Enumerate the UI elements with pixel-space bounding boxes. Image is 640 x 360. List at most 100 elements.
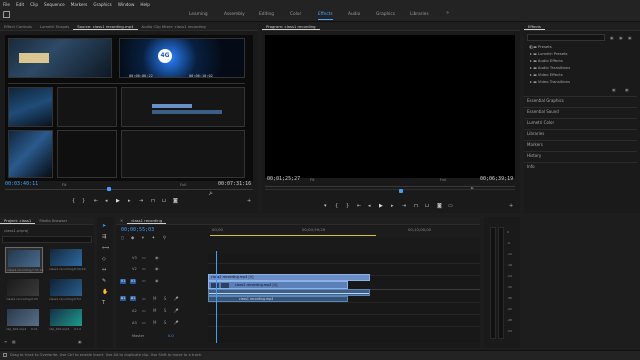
mark-out-icon[interactable]: }	[82, 198, 85, 204]
home-icon[interactable]	[3, 11, 10, 18]
menu-help[interactable]: Help	[140, 2, 150, 7]
source-playhead[interactable]	[107, 187, 111, 191]
folder-video-effects[interactable]: ▸ ▬ Video Effects	[530, 72, 563, 77]
a1-controls[interactable]: ▭ M S 🎤	[142, 296, 182, 301]
work-area-bar[interactable]	[210, 235, 376, 236]
icon-view-icon[interactable]: ▦	[12, 339, 16, 344]
workspace-audio[interactable]: Audio	[348, 12, 360, 17]
program-mark-out-icon[interactable]: }	[346, 203, 349, 209]
tab-lumetri-scopes[interactable]: Lumetri Scopes	[36, 24, 73, 29]
timeline-playhead[interactable]	[216, 251, 217, 343]
project-trash-icon[interactable]: ▣	[78, 339, 82, 344]
tab-effect-controls[interactable]: Effect Controls	[0, 24, 36, 29]
section-essential-sound[interactable]: Essential Sound	[524, 107, 637, 115]
v1-controls[interactable]: ▭ ◉	[142, 278, 163, 283]
tab-project[interactable]: Project: class1	[0, 217, 36, 224]
source-zoom-select[interactable]: Full	[180, 182, 187, 187]
source-timecode[interactable]: 00:03:40:11	[5, 181, 38, 187]
clip-a1[interactable]	[208, 289, 370, 296]
project-item[interactable]: class1 recording 0:43	[5, 277, 43, 303]
workspace-assembly[interactable]: Assembly	[224, 12, 245, 17]
workspace-effects[interactable]: Effects	[318, 12, 333, 20]
folder-audio-transitions[interactable]: ▸ ▬ Audio Transitions	[530, 65, 570, 70]
program-step-fwd-icon[interactable]: ▸	[391, 203, 394, 209]
tab-effects[interactable]: Effects	[524, 23, 545, 30]
menu-window[interactable]: Window	[118, 2, 135, 7]
new-bin-icon[interactable]: ▣	[610, 35, 614, 40]
pen-tool-icon[interactable]: ✎	[102, 278, 106, 284]
timeline-ruler[interactable]: 00;00 00;04;59;29 00;10;00;00	[210, 226, 480, 238]
clip-v1[interactable]: class1 recording.mp4 [V]	[208, 281, 348, 289]
project-item[interactable]: class1 recording 7:31:16	[5, 247, 44, 273]
timeline-close-icon[interactable]: ✕	[116, 218, 127, 223]
go-to-in-icon[interactable]: ⇤	[94, 198, 98, 204]
ripple-edit-tool-icon[interactable]: ⟺	[102, 245, 109, 251]
add-button-icon[interactable]: +	[247, 198, 251, 204]
folder-video-transitions[interactable]: ▸ ▬ Video Transitions	[530, 79, 570, 84]
source-patch-v1[interactable]: V1	[120, 279, 126, 284]
folder-lumetri-presets[interactable]: ▸ ▬ Lumetri Presets	[530, 51, 568, 56]
program-scrub-bar[interactable]	[265, 186, 515, 187]
section-markers[interactable]: Markers	[524, 140, 637, 148]
section-info[interactable]: Info	[524, 162, 637, 170]
tab-sequence[interactable]: class1 recording	[127, 217, 167, 224]
selection-tool-icon[interactable]: ➤	[102, 223, 106, 229]
section-history[interactable]: History	[524, 151, 637, 159]
extract-icon[interactable]: ⊔	[425, 203, 429, 209]
timeline-timecode[interactable]: 00;00;55;03	[121, 227, 154, 233]
clip-v2[interactable]: class1 recording.mp4 [V]	[208, 274, 370, 281]
workspace-graphics[interactable]: Graphics	[376, 12, 395, 17]
play-icon[interactable]: ▶	[116, 198, 120, 204]
project-item[interactable]: class1 recording 6:39:19	[48, 247, 86, 273]
workspace-libraries[interactable]: Libraries	[410, 12, 429, 17]
program-play-icon[interactable]: ▶	[379, 203, 383, 209]
master-volume[interactable]: 0.0	[168, 334, 174, 338]
effects-trash-icon[interactable]: ▣	[625, 87, 629, 92]
menu-sequence[interactable]: Sequence	[44, 2, 65, 7]
razor-tool-icon[interactable]: ◇	[102, 256, 106, 262]
a2-controls[interactable]: ▭ M S 🎤	[142, 308, 182, 313]
tab-program[interactable]: Program: class1 recording	[262, 23, 320, 30]
program-step-back-icon[interactable]: ◂	[368, 203, 371, 209]
program-export-frame-icon[interactable]: ◙	[437, 203, 442, 209]
tab-source[interactable]: Source: class1 recording.mp4	[73, 23, 138, 30]
program-mark-in-icon[interactable]: {	[335, 203, 338, 209]
program-marker-icon[interactable]: ▾	[324, 203, 327, 209]
new-preset-icon[interactable]: ▣	[619, 35, 623, 40]
v2-controls[interactable]: ▭ ◉	[142, 266, 163, 271]
effects-search-input[interactable]	[527, 34, 605, 41]
compare-icon[interactable]: ▭	[448, 203, 453, 209]
type-tool-icon[interactable]: T	[102, 300, 105, 306]
workspace-color[interactable]: Color	[290, 12, 301, 17]
step-forward-icon[interactable]: ▸	[128, 198, 131, 204]
program-zoom-bar[interactable]	[265, 189, 515, 190]
delete-icon[interactable]: ▣	[628, 35, 632, 40]
tab-media-browser[interactable]: Media Browser	[35, 218, 71, 223]
menu-file[interactable]: File	[3, 2, 10, 7]
export-frame-icon[interactable]: ◙	[173, 198, 178, 204]
source-patch-a1[interactable]: A1	[120, 296, 126, 301]
track-select-tool-icon[interactable]: ⇶	[102, 234, 106, 240]
effects-bin-icon[interactable]: ▣	[612, 87, 616, 92]
section-essential-graphics[interactable]: Essential Graphics	[524, 96, 637, 104]
workspace-editing[interactable]: Editing	[259, 12, 274, 17]
project-item[interactable]: class1 recording 0:54	[48, 277, 86, 303]
track-area[interactable]: class1 recording.mp4 [V] class1 recordin…	[208, 251, 480, 343]
workspace-learning[interactable]: Learning	[189, 12, 208, 17]
program-fit-select[interactable]: Fit	[310, 177, 314, 182]
source-scrub-bar[interactable]	[5, 189, 253, 190]
menu-clip[interactable]: Clip	[30, 2, 38, 7]
track-a1-label[interactable]: A1	[130, 296, 136, 301]
program-timecode[interactable]: 00;01;25;27	[267, 176, 300, 182]
menu-graphics[interactable]: Graphics	[93, 2, 112, 7]
program-go-in-icon[interactable]: ⇤	[357, 203, 361, 209]
menu-markers[interactable]: Markers	[71, 2, 88, 7]
menu-edit[interactable]: Edit	[16, 2, 24, 7]
project-item[interactable]: clip_001.mp4 0:21	[5, 307, 43, 333]
list-view-icon[interactable]: ≡	[4, 339, 7, 344]
slip-tool-icon[interactable]: ↔	[102, 267, 106, 273]
section-libraries[interactable]: Libraries	[524, 129, 637, 137]
folder-presets[interactable]: ▸ ▬ Presets	[530, 44, 552, 49]
project-item[interactable]: clip_001.mp4 0:14	[48, 307, 86, 333]
overwrite-icon[interactable]: ⊔	[162, 198, 166, 204]
